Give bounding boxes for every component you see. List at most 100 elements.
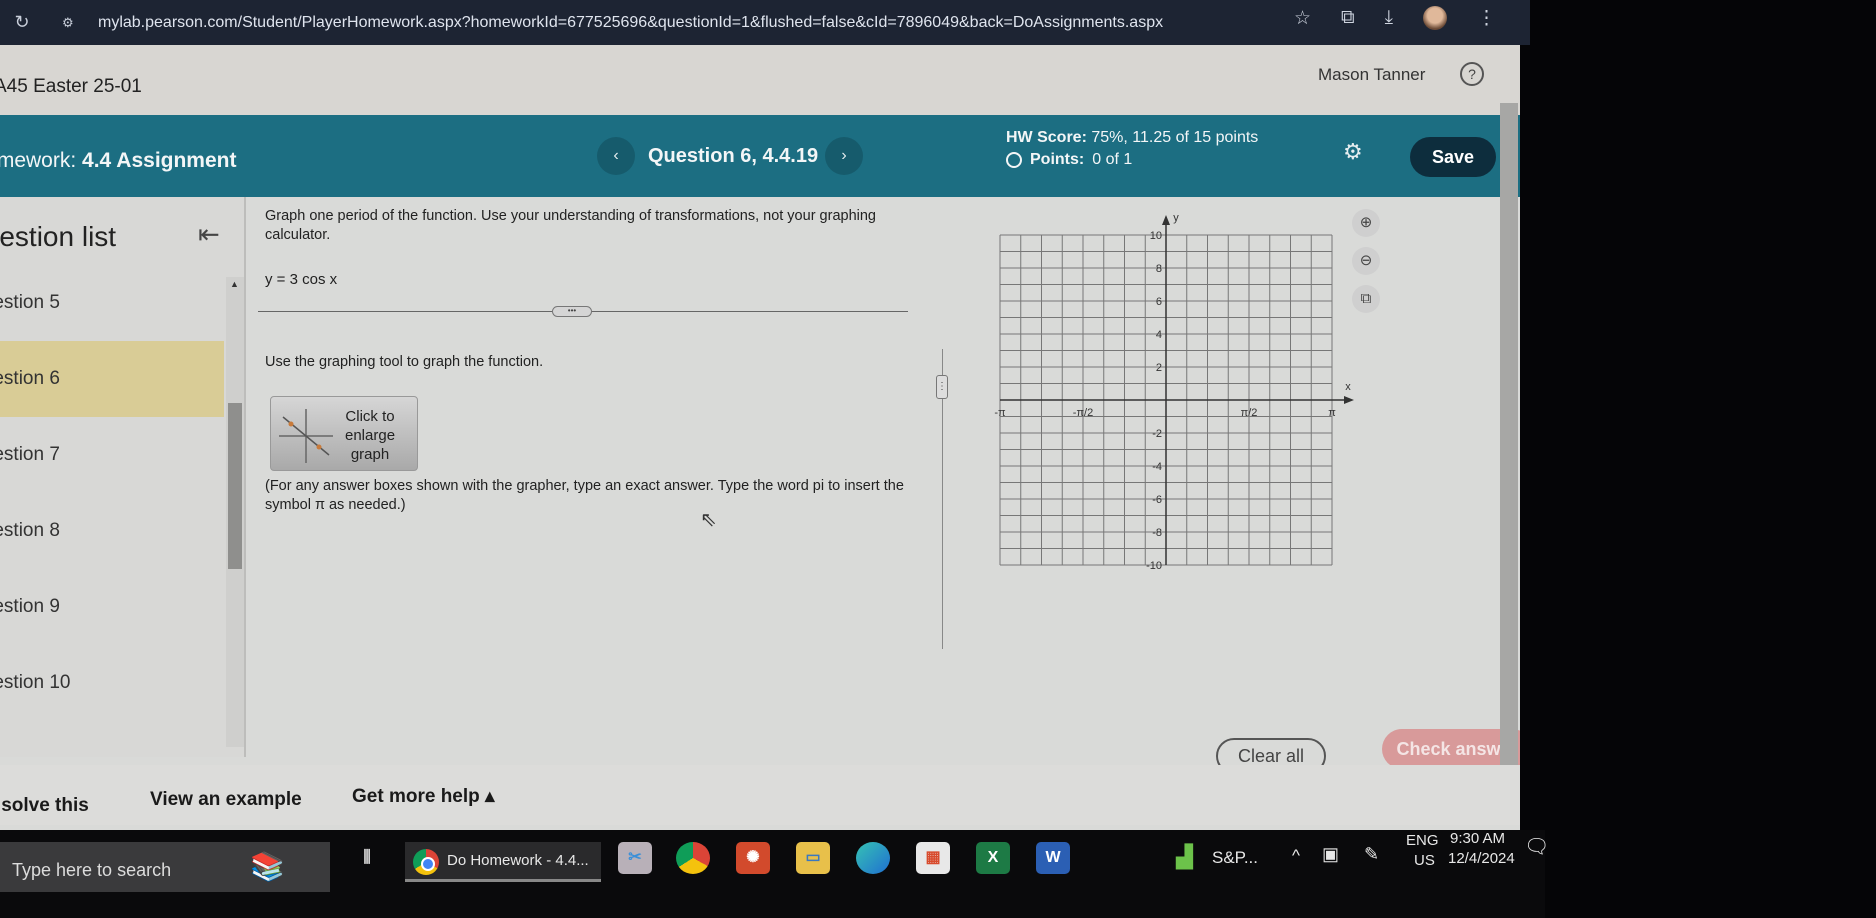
popout-icon[interactable]: ⧉ xyxy=(1352,285,1380,313)
sidebar-item-question-5[interactable]: Question 5 xyxy=(0,265,224,341)
y-tick-label: 4 xyxy=(1156,329,1162,341)
reload-icon[interactable]: ↻ xyxy=(4,12,40,33)
help-icon[interactable]: ? xyxy=(1460,62,1484,86)
enlarge-graph-label: Click to enlarge graph xyxy=(345,408,396,463)
meet-now-icon[interactable]: ▣ xyxy=(1322,844,1339,865)
sidebar-item-question-6[interactable]: Question 6 xyxy=(0,341,224,417)
page: A45 Easter 25-01 Mason Tanner ? Homework… xyxy=(0,45,1520,830)
get-more-help-link[interactable]: Get more help ▴ xyxy=(352,785,495,808)
y-tick-label: 6 xyxy=(1156,296,1162,308)
site-info-icon[interactable]: ⚙ xyxy=(62,15,84,31)
canvas-icon[interactable]: ✺ xyxy=(736,842,770,874)
course-title: A45 Easter 25-01 xyxy=(0,76,142,97)
sidebar-item-question-7[interactable]: Question 7 xyxy=(0,417,224,493)
chrome-icon[interactable] xyxy=(676,842,710,874)
points: Points: 0 of 1 xyxy=(1006,151,1132,169)
function-equation: y = 3 cos x xyxy=(265,271,338,288)
y-tick-label: 2 xyxy=(1156,362,1162,374)
panel-resize-handle[interactable]: ⋮ xyxy=(936,375,948,399)
y-tick-label: -6 xyxy=(1152,494,1162,506)
status-circle-icon xyxy=(1006,152,1022,168)
course-bar: A45 Easter 25-01 Mason Tanner ? xyxy=(0,45,1520,117)
task-view-icon[interactable]: ⫼ xyxy=(350,842,384,874)
y-tick-label: 8 xyxy=(1156,263,1162,275)
clock-time[interactable]: 9:30 AM xyxy=(1450,830,1505,847)
zoom-in-icon[interactable]: ⊕ xyxy=(1352,209,1380,237)
sidebar-item-question-10[interactable]: Question 10 xyxy=(0,645,224,721)
question-list: Question 5 Question 6 Question 7 Questio… xyxy=(0,265,224,721)
y-tick-label: -2 xyxy=(1152,428,1162,440)
user-name[interactable]: Mason Tanner xyxy=(1318,65,1425,85)
y-tick-label: -4 xyxy=(1152,461,1162,473)
x-axis-arrow xyxy=(1344,396,1354,404)
question-list-sidebar: Question list ⇤ Question 5 Question 6 Qu… xyxy=(0,197,246,777)
browser-actions: ☆ ⧉ ⤓ ⋮ xyxy=(1294,6,1496,30)
show-hidden-icons-icon[interactable]: ^ xyxy=(1292,846,1300,866)
assignment-title: Homework: 4.4 Assignment xyxy=(0,149,237,172)
screen: ↻ ⚙ mylab.pearson.com/Student/PlayerHome… xyxy=(0,0,1876,918)
zoom-out-icon[interactable]: ⊖ xyxy=(1352,247,1380,275)
excel-icon[interactable]: X xyxy=(976,842,1010,874)
help-bar: Help me solve this View an example Get m… xyxy=(0,765,1520,825)
page-scrollbar[interactable] xyxy=(1500,103,1518,823)
next-question-button[interactable]: › xyxy=(825,137,863,175)
browser-toolbar: ↻ ⚙ mylab.pearson.com/Student/PlayerHome… xyxy=(0,0,1530,45)
x-tick-label: -π xyxy=(994,407,1006,419)
graph-instruction: Use the graphing tool to graph the funct… xyxy=(265,354,544,370)
address-bar[interactable]: mylab.pearson.com/Student/PlayerHomework… xyxy=(98,14,1163,32)
sidebar-item-question-8[interactable]: Question 8 xyxy=(0,493,224,569)
microsoft-store-icon[interactable]: ▦ xyxy=(916,842,950,874)
collapse-sidebar-icon[interactable]: ⇤ xyxy=(198,219,220,250)
sidebar-scrollbar[interactable]: ▲ ▼ xyxy=(226,277,244,777)
x-tick-label: π/2 xyxy=(1241,407,1258,419)
help-me-solve-link[interactable]: Help me solve this xyxy=(0,795,89,817)
x-axis-label: x xyxy=(1345,381,1351,393)
y-axis-arrow xyxy=(1162,215,1170,225)
file-explorer-icon[interactable]: ▭ xyxy=(796,842,830,874)
y-tick-label: -10 xyxy=(1146,560,1162,572)
question-content: Graph one period of the function. Use yo… xyxy=(250,197,1520,774)
graph-panel: x y 10 8 6 4 2 -2 -4 -6 -8 -10 -π -π/2 π/2 π ⊕ ⊖ ⧉ xyxy=(980,207,1400,577)
x-tick-label: -π/2 xyxy=(1073,407,1093,419)
homework-header: Homework: 4.4 Assignment ‹ Question 6, 4… xyxy=(0,115,1520,197)
view-example-link[interactable]: View an example xyxy=(150,789,302,811)
search-highlight-icon: 📚 xyxy=(250,851,285,882)
edge-icon[interactable] xyxy=(856,842,890,874)
answer-note: (For any answer boxes shown with the gra… xyxy=(265,478,904,513)
y-axis-label: y xyxy=(1173,212,1179,224)
stock-widget-label[interactable]: S&P... xyxy=(1212,848,1258,868)
x-tick-label: π xyxy=(1328,407,1336,419)
language-primary[interactable]: ENG xyxy=(1406,832,1439,849)
mouse-cursor-icon: ⇖ xyxy=(700,509,717,531)
download-icon[interactable]: ⤓ xyxy=(1385,7,1393,29)
clock-date[interactable]: 12/4/2024 xyxy=(1448,850,1515,867)
stock-widget-icon[interactable]: ▟ xyxy=(1176,844,1193,870)
expand-dots-button[interactable]: ••• xyxy=(552,306,592,317)
word-icon[interactable]: W xyxy=(1036,842,1070,874)
extensions-icon[interactable]: ⧉ xyxy=(1341,7,1355,29)
settings-icon[interactable]: ⚙ xyxy=(1343,139,1363,165)
sidebar-item-question-9[interactable]: Question 9 xyxy=(0,569,224,645)
menu-icon[interactable]: ⋮ xyxy=(1477,7,1496,30)
sidebar-title: Question list xyxy=(0,221,117,252)
notifications-icon[interactable]: 🗨 xyxy=(1524,834,1549,859)
snipping-tool-icon[interactable]: ✂ xyxy=(618,842,652,874)
y-tick-label: 10 xyxy=(1150,230,1162,242)
scrollbar-thumb[interactable] xyxy=(228,403,242,569)
profile-avatar[interactable] xyxy=(1423,6,1447,30)
enlarge-graph-button[interactable]: Click to enlarge graph xyxy=(270,396,418,471)
language-secondary[interactable]: US xyxy=(1414,852,1435,869)
scroll-up-icon[interactable]: ▲ xyxy=(230,279,239,289)
star-icon[interactable]: ☆ xyxy=(1294,7,1311,30)
question-prompt: Graph one period of the function. Use yo… xyxy=(265,208,876,243)
windows-taskbar: Type here to search 📚 ⫼ Do Homework - 4.… xyxy=(0,830,1549,918)
taskbar-app-chrome-active[interactable]: Do Homework - 4.4... xyxy=(405,842,601,882)
coordinate-grid[interactable]: x y 10 8 6 4 2 -2 -4 -6 -8 -10 -π -π/2 π/2 π xyxy=(980,207,1360,577)
pen-icon[interactable]: ✎ xyxy=(1364,844,1379,865)
taskbar-search[interactable]: Type here to search 📚 xyxy=(0,842,330,892)
question-label: Question 6, 4.4.19 xyxy=(648,145,819,167)
save-button[interactable]: Save xyxy=(1410,137,1496,177)
search-placeholder: Type here to search xyxy=(12,860,172,880)
hw-score: HW Score: 75%, 11.25 of 15 points xyxy=(1006,129,1259,146)
previous-question-button[interactable]: ‹ xyxy=(597,137,635,175)
